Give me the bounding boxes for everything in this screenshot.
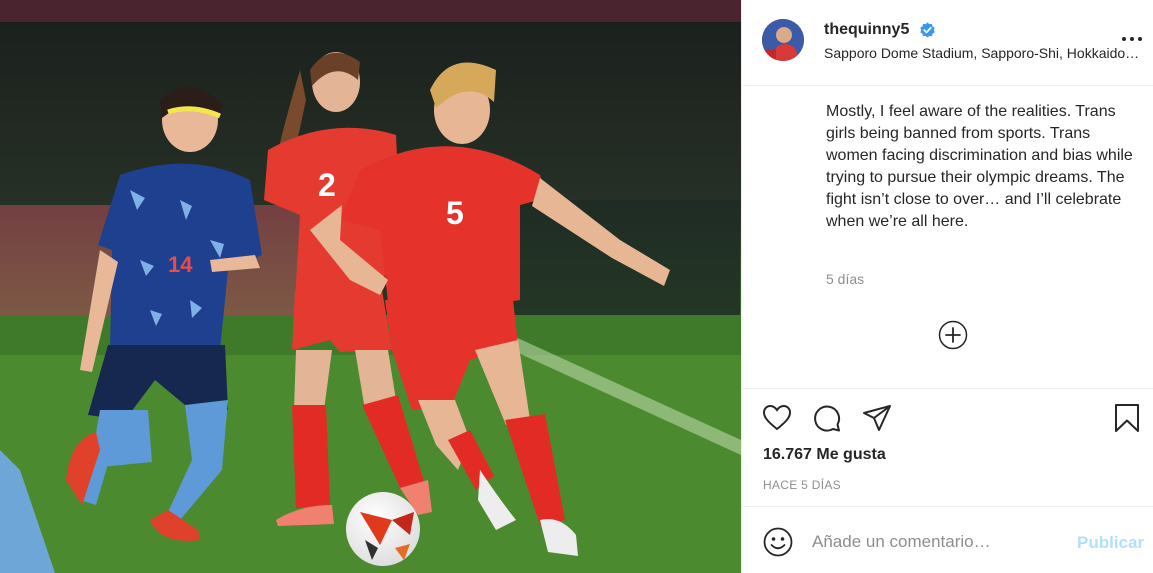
soccer-ball <box>346 492 420 566</box>
post-header: thequinny5 Sapporo Dome Stadium, Sapporo… <box>742 0 1153 86</box>
jersey-number-canada-2: 2 <box>318 167 336 203</box>
heart-icon[interactable] <box>761 402 793 434</box>
post-photo[interactable]: 14 2 5 <box>0 0 741 573</box>
post-location[interactable]: Sapporo Dome Stadium, Sapporo-Shi, Hokka… <box>824 45 1140 61</box>
smiley-icon[interactable] <box>762 526 794 558</box>
bookmark-icon[interactable] <box>1111 402 1143 434</box>
comment-input[interactable] <box>812 527 1062 557</box>
publish-button[interactable]: Publicar <box>1077 533 1144 553</box>
post-caption: Mostly, I feel aware of the realities. T… <box>826 103 1133 230</box>
avatar[interactable] <box>762 19 804 61</box>
like-count[interactable]: 16.767 Me gusta <box>763 446 886 464</box>
post-timestamp[interactable]: HACE 5 DÍAS <box>763 478 841 492</box>
jersey-number-japan: 14 <box>168 252 193 277</box>
caption-timestamp[interactable]: 5 días <box>826 271 864 287</box>
username[interactable]: thequinny5 <box>824 21 909 39</box>
verified-badge-icon <box>920 22 935 38</box>
send-icon[interactable] <box>861 402 893 434</box>
post-sidebar: thequinny5 Sapporo Dome Stadium, Sapporo… <box>741 0 1153 573</box>
soccer-match-image: 14 2 5 <box>0 0 741 573</box>
comment-bar: Publicar <box>742 506 1153 573</box>
more-options-icon[interactable] <box>1120 30 1144 48</box>
plus-circle-icon[interactable] <box>937 319 969 351</box>
comment-icon[interactable] <box>811 402 843 434</box>
jersey-number-canada-5: 5 <box>446 195 464 231</box>
actions-divider <box>742 388 1153 389</box>
